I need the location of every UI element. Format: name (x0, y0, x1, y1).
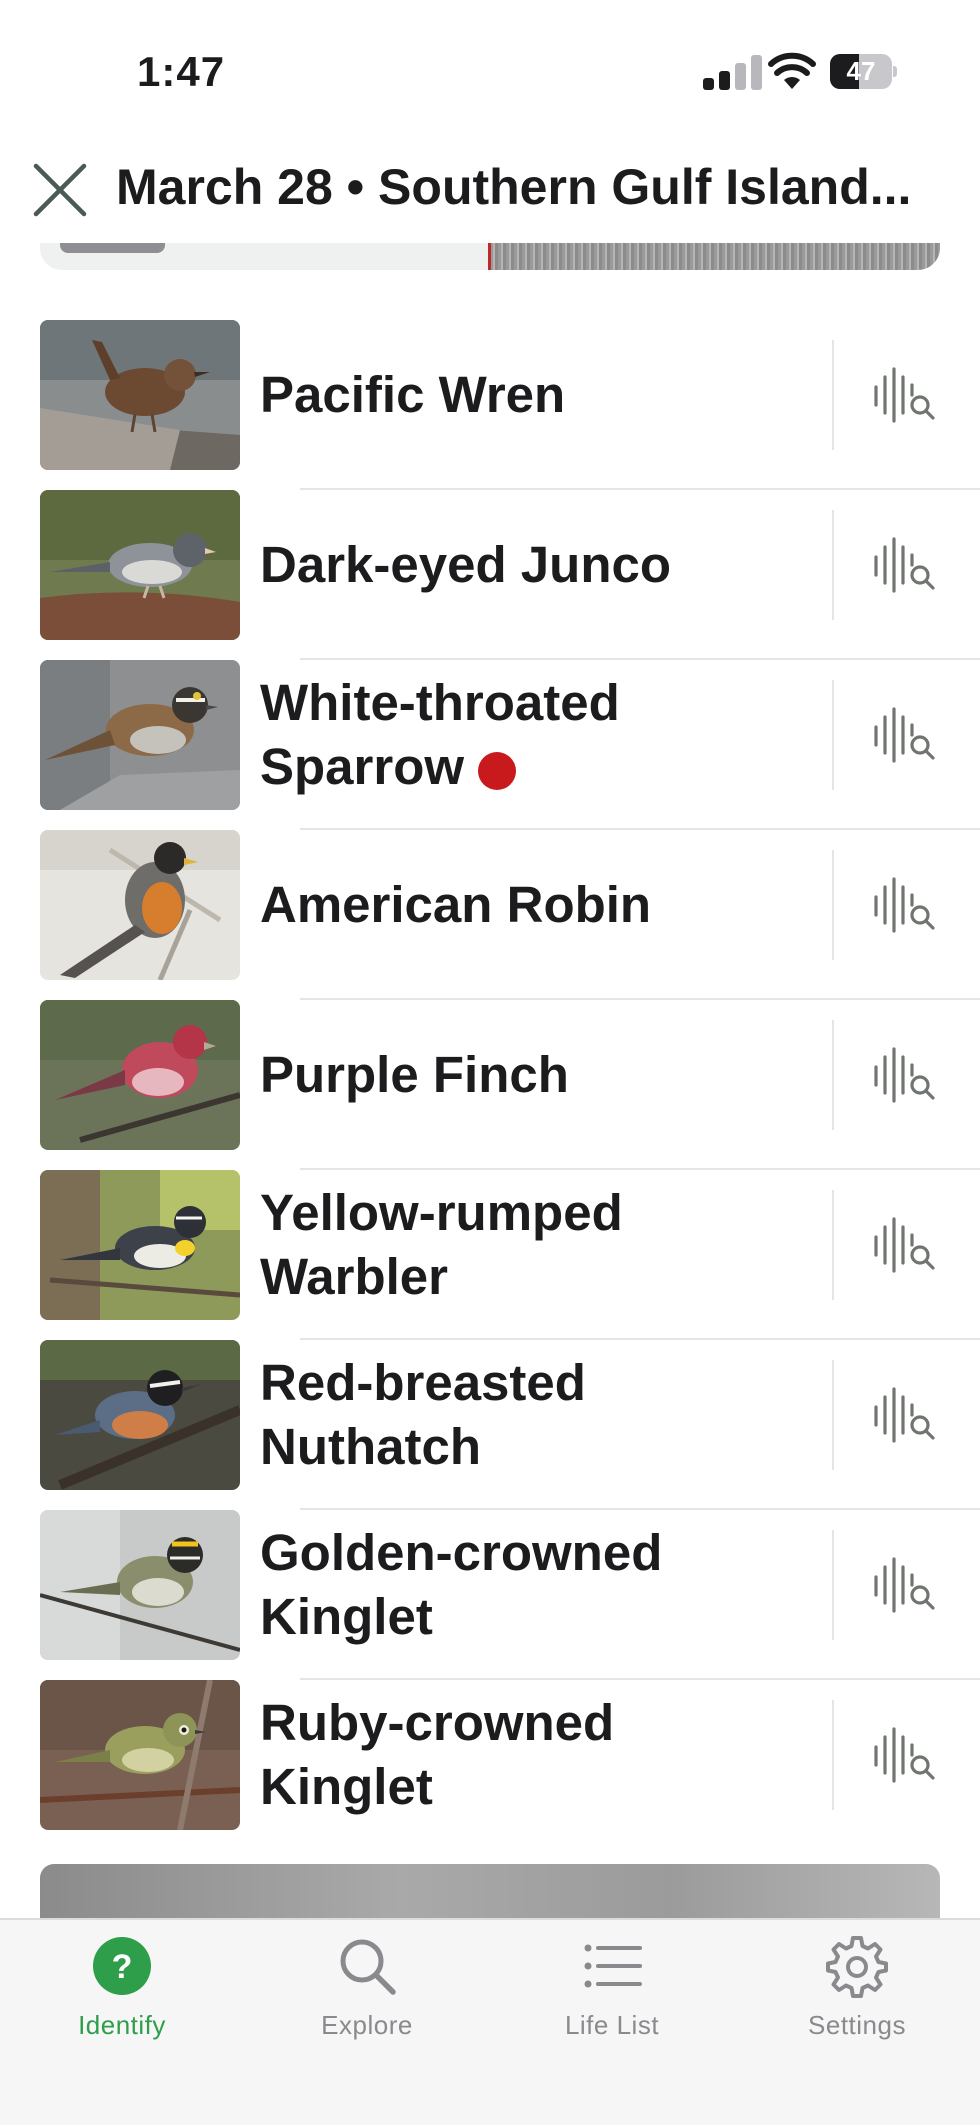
tab-label: Identify (78, 2010, 166, 2040)
sound-search-icon[interactable] (870, 365, 940, 425)
playhead (488, 243, 491, 270)
tab-settings[interactable]: Settings (757, 1934, 957, 2064)
page-title: March 28 • Southern Gulf Island... (116, 159, 912, 215)
species-name: Ruby-crowned Kinglet (260, 1694, 615, 1815)
tab-bar: ? Identify Explore Life List Settings (0, 1918, 980, 2125)
spectrogram-strip[interactable] (40, 243, 940, 270)
new-species-indicator (478, 752, 517, 790)
species-photo (40, 490, 240, 640)
species-name: Dark-eyed Junco (260, 536, 671, 593)
species-row[interactable]: Pacific Wren (0, 320, 980, 490)
status-time: 1:47 (137, 48, 226, 95)
sound-search-icon[interactable] (870, 1385, 940, 1445)
sound-search-icon[interactable] (870, 1725, 940, 1785)
tab-life-list[interactable]: Life List (512, 1934, 712, 2064)
sound-search-icon[interactable] (870, 705, 940, 765)
species-photo (40, 1340, 240, 1490)
svg-text:?: ? (112, 1948, 133, 1986)
sound-search-icon[interactable] (870, 535, 940, 595)
species-row[interactable]: Red-breasted Nuthatch (0, 1340, 980, 1510)
species-name: Red-breasted Nuthatch (260, 1354, 586, 1475)
species-photo (40, 1170, 240, 1320)
tab-label: Settings (808, 2010, 906, 2040)
question-icon: ? (93, 1937, 151, 1995)
species-photo (40, 830, 240, 980)
tab-explore[interactable]: Explore (267, 1934, 467, 2064)
spectrogram-waveform (490, 243, 940, 270)
status-bar: 1:47 47 (0, 0, 980, 140)
species-photo (40, 1510, 240, 1660)
species-row[interactable]: Ruby-crowned Kinglet (0, 1680, 980, 1850)
sound-search-icon[interactable] (870, 875, 940, 935)
species-photo (40, 1000, 240, 1150)
species-photo (40, 1680, 240, 1830)
species-row[interactable]: White-throated Sparrow (0, 660, 980, 830)
species-name: Purple Finch (260, 1046, 569, 1103)
species-list: Pacific Wren Dark-eyed Junco White-throa… (0, 320, 980, 1850)
species-row[interactable]: Dark-eyed Junco (0, 490, 980, 660)
tab-label: Explore (321, 2010, 413, 2040)
species-name: White-throated Sparrow (260, 674, 620, 795)
species-row[interactable]: Golden-crowned Kinglet (0, 1510, 980, 1680)
species-row[interactable]: American Robin (0, 830, 980, 1000)
species-row[interactable]: Yellow-rumped Warbler (0, 1170, 980, 1340)
recording-photo[interactable] (40, 1864, 940, 1918)
tab-identify[interactable]: ? Identify (22, 1934, 222, 2064)
battery-level: 47 (846, 56, 876, 86)
sound-search-icon[interactable] (870, 1045, 940, 1105)
battery-icon: 47 (830, 54, 897, 89)
list-icon (584, 1944, 642, 1988)
tab-label: Life List (564, 2010, 660, 2040)
header: March 28 • Southern Gulf Island... (0, 140, 980, 240)
close-icon[interactable] (30, 160, 90, 220)
wifi-icon (768, 52, 816, 89)
cellular-signal-icon (703, 54, 773, 90)
species-name: Pacific Wren (260, 366, 566, 423)
sound-search-icon[interactable] (870, 1555, 940, 1615)
drag-handle[interactable] (60, 243, 165, 253)
species-photo (40, 660, 240, 810)
sound-search-icon[interactable] (870, 1215, 940, 1275)
species-row[interactable]: Purple Finch (0, 1000, 980, 1170)
species-name: American Robin (260, 876, 652, 933)
species-name: Golden-crowned Kinglet (260, 1524, 663, 1645)
species-name: Yellow-rumped Warbler (260, 1184, 623, 1305)
species-photo (40, 320, 240, 470)
search-icon (340, 1939, 396, 1995)
gear-icon (826, 1936, 888, 1998)
